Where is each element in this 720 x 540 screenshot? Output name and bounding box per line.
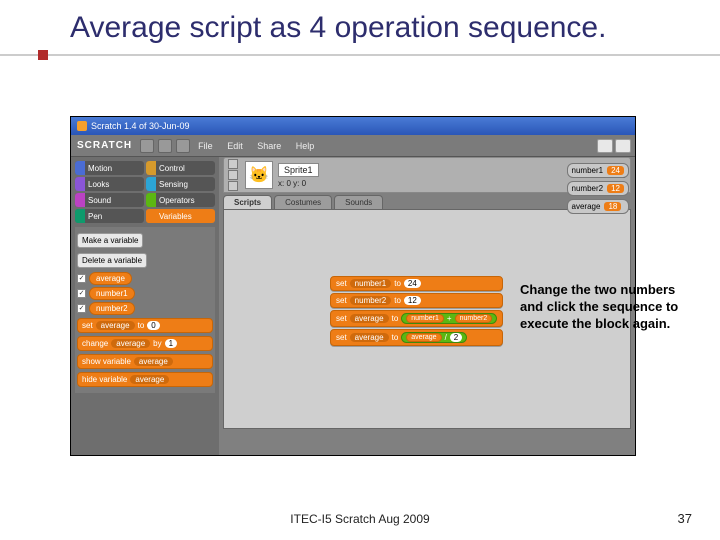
block-hide-var[interactable]: hide variable average: [77, 372, 213, 387]
stage-full-icon[interactable]: [615, 139, 631, 153]
sprite-thumbnail: 🐱: [245, 161, 273, 189]
readout-average[interactable]: average18: [567, 199, 629, 214]
script-block-2[interactable]: setnumber2to12: [330, 293, 503, 308]
menu-bar: File Edit Share Help: [192, 141, 320, 151]
tab-sounds[interactable]: Sounds: [334, 195, 383, 209]
page-number: 37: [678, 511, 692, 526]
var-number2[interactable]: number2: [89, 302, 135, 315]
script-block-3[interactable]: setaverageto number1 + number2: [330, 310, 503, 327]
rot-free-icon[interactable]: [228, 159, 238, 169]
delete-variable-button[interactable]: Delete a variable: [77, 253, 147, 268]
callout-text: Change the two numbers and click the seq…: [520, 282, 688, 333]
stage-controls: [597, 139, 631, 153]
title-divider: [0, 54, 720, 56]
cat-looks[interactable]: Looks: [75, 177, 144, 191]
readout-number1[interactable]: number124: [567, 163, 629, 178]
slide-title: Average script as 4 operation sequence.: [0, 0, 720, 54]
sprite-coords: x: 0 y: 0: [278, 179, 306, 188]
window-title: Scratch 1.4 of 30-Jun-09: [91, 121, 190, 131]
operator-div[interactable]: average / 2: [401, 332, 467, 343]
tab-costumes[interactable]: Costumes: [274, 195, 332, 209]
cat-operators[interactable]: Operators: [146, 193, 215, 207]
footer-text: ITEC-I5 Scratch Aug 2009: [0, 512, 720, 526]
make-variable-button[interactable]: Make a variable: [77, 233, 143, 248]
tab-scripts[interactable]: Scripts: [223, 195, 272, 209]
checkbox[interactable]: ✓: [77, 304, 86, 313]
cat-control[interactable]: Control: [146, 161, 215, 175]
toolbar: SCRATCH File Edit Share Help: [71, 135, 635, 157]
block-change[interactable]: change average by 1: [77, 336, 213, 351]
open-icon[interactable]: [176, 139, 190, 153]
script-block-1[interactable]: setnumber1to24: [330, 276, 503, 291]
operator-plus[interactable]: number1 + number2: [401, 313, 497, 324]
cat-motion[interactable]: Motion: [75, 161, 144, 175]
script-block-4[interactable]: setaverageto average / 2: [330, 329, 503, 346]
cat-sensing[interactable]: Sensing: [146, 177, 215, 191]
window-titlebar: Scratch 1.4 of 30-Jun-09: [71, 117, 635, 135]
accent-square: [38, 50, 48, 60]
scratch-logo: SCRATCH: [71, 140, 138, 151]
menu-help[interactable]: Help: [296, 141, 315, 151]
rot-lr-icon[interactable]: [228, 170, 238, 180]
block-show-var[interactable]: show variable average: [77, 354, 213, 369]
menu-file[interactable]: File: [198, 141, 213, 151]
stage-small-icon[interactable]: [597, 139, 613, 153]
var-number1[interactable]: number1: [89, 287, 135, 300]
cat-variables[interactable]: Variables: [146, 209, 215, 223]
menu-edit[interactable]: Edit: [227, 141, 243, 151]
sprite-name-field[interactable]: Sprite1: [278, 163, 319, 177]
menu-share[interactable]: Share: [257, 141, 281, 151]
checkbox[interactable]: ✓: [77, 274, 86, 283]
cat-pen[interactable]: Pen: [75, 209, 144, 223]
readout-number2[interactable]: number212: [567, 181, 629, 196]
rot-none-icon[interactable]: [228, 181, 238, 191]
cat-sound[interactable]: Sound: [75, 193, 144, 207]
variable-readouts: number124 number212 average18: [567, 163, 629, 214]
checkbox[interactable]: ✓: [77, 289, 86, 298]
save-icon[interactable]: [158, 139, 172, 153]
scratch-icon: [77, 121, 87, 131]
globe-icon[interactable]: [140, 139, 154, 153]
block-set[interactable]: set average to 0: [77, 318, 213, 333]
block-palette: Motion Control Looks Sensing Sound Opera…: [71, 157, 219, 455]
var-average[interactable]: average: [89, 272, 132, 285]
